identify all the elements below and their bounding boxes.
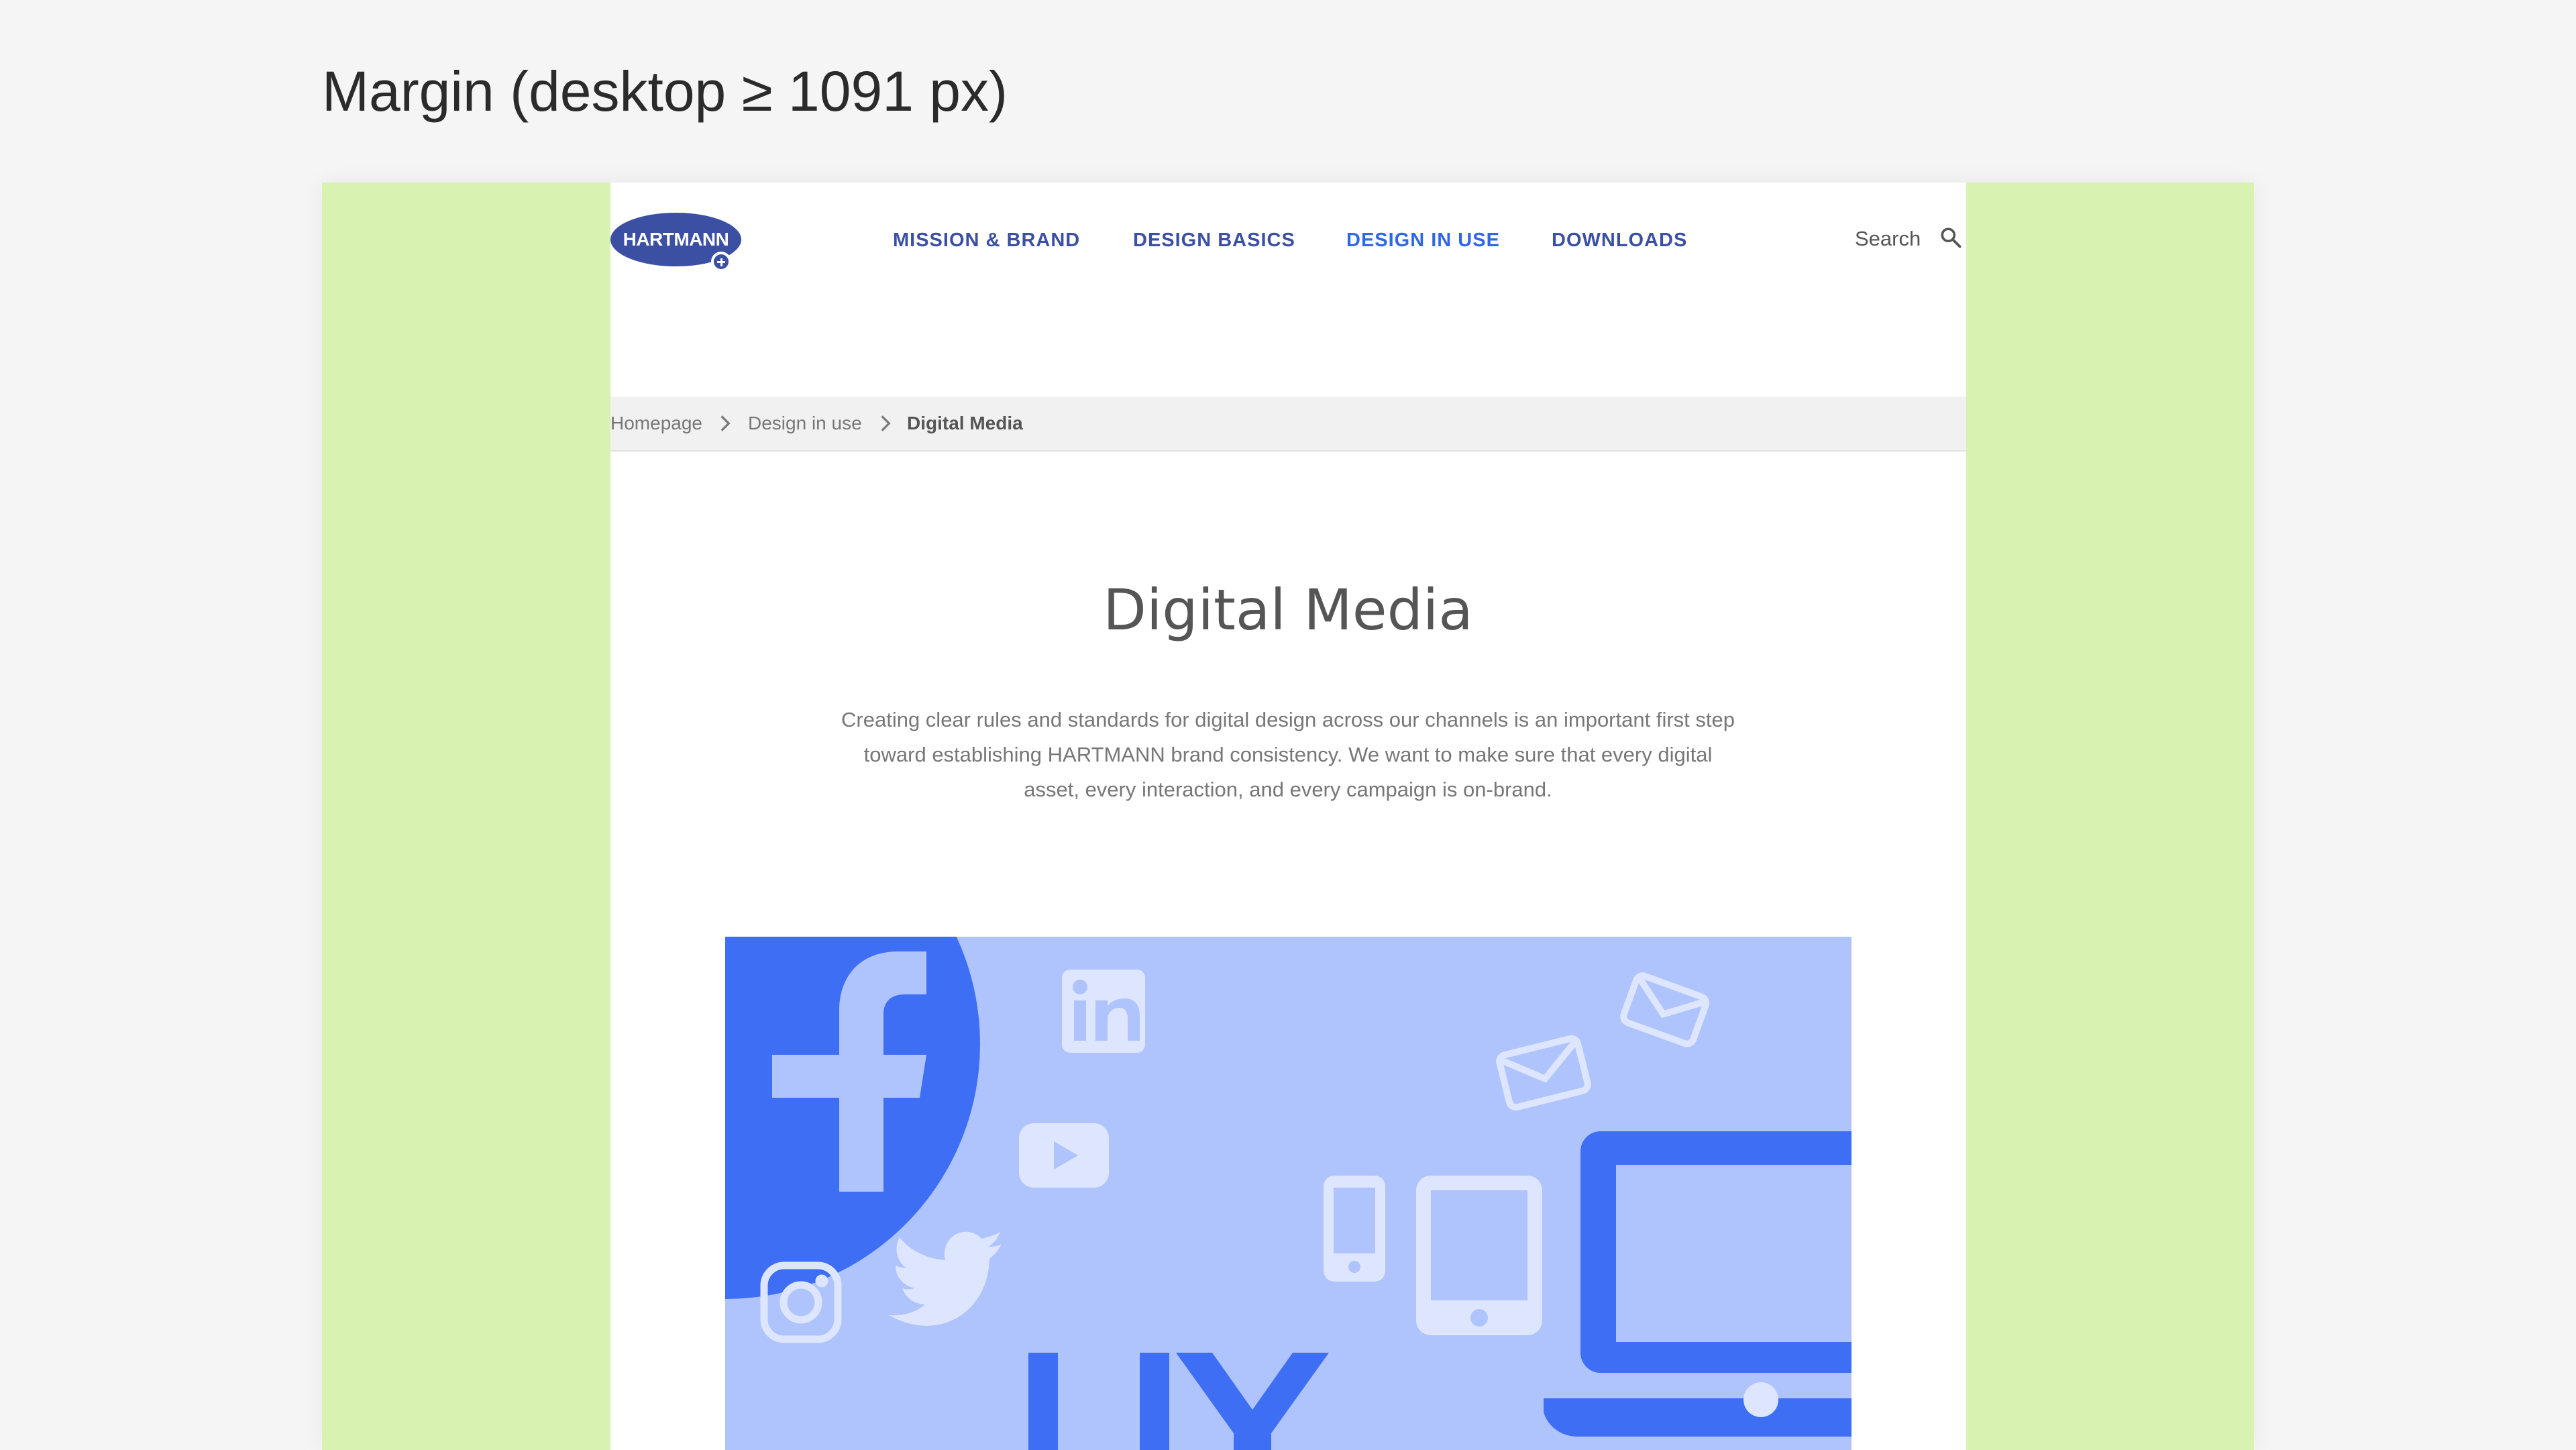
intro-paragraph: Creating clear rules and standards for d… <box>841 708 1735 801</box>
nav-item-design-basics[interactable]: DESIGN BASICS <box>1133 229 1295 252</box>
breadcrumb-homepage[interactable]: Homepage <box>610 413 702 434</box>
chevron-right-icon <box>881 415 891 431</box>
linkedin-icon <box>1062 970 1145 1053</box>
tablet-icon <box>1416 1176 1542 1335</box>
laptop-icon <box>1544 1131 1851 1437</box>
email-icon <box>1620 972 1710 1047</box>
ux-text <box>1028 1353 1329 1450</box>
doc-title: Margin (desktop ≥ 1091 px) <box>322 60 1008 123</box>
facebook-icon <box>725 937 980 1299</box>
website-preview: HARTMANN MISSION & BRAND DESIGN BASICS D… <box>322 183 2254 1450</box>
email-icon <box>1496 1035 1591 1111</box>
nav-item-downloads[interactable]: DOWNLOADS <box>1552 229 1687 252</box>
search-label[interactable]: Search <box>1855 227 1921 251</box>
youtube-icon <box>1019 1123 1109 1188</box>
mobile-phone-icon <box>1324 1176 1385 1282</box>
site-header: HARTMANN MISSION & BRAND DESIGN BASICS D… <box>322 183 2254 397</box>
twitter-icon <box>889 1231 1002 1326</box>
search-icon[interactable] <box>1939 225 1963 250</box>
chevron-right-icon <box>720 415 731 431</box>
breadcrumb-design-in-use[interactable]: Design in use <box>748 413 862 434</box>
hero-image <box>725 937 1851 1450</box>
page-title: Digital Media <box>1103 577 1473 643</box>
breadcrumb-current: Digital Media <box>907 413 1023 433</box>
nav-item-design-in-use[interactable]: DESIGN IN USE <box>1346 229 1500 252</box>
main-nav: MISSION & BRAND DESIGN BASICS DESIGN IN … <box>322 229 2254 256</box>
breadcrumb: Homepage Design in use Digital Media <box>322 397 2254 452</box>
hero-illustration <box>725 937 1851 1450</box>
nav-item-mission-brand[interactable]: MISSION & BRAND <box>893 229 1080 252</box>
